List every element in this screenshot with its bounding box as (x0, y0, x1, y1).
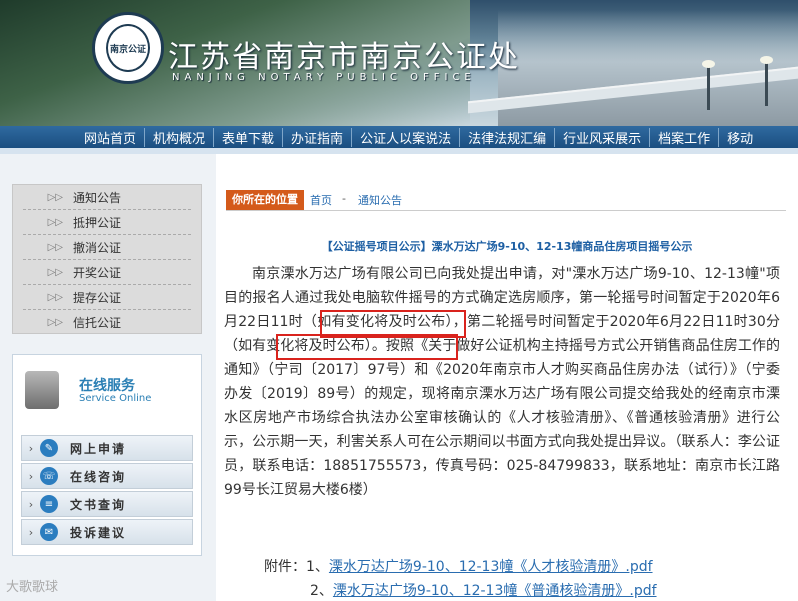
site-subtitle: NANJING NOTARY PUBLIC OFFICE (172, 72, 476, 83)
double-arrow-icon: ▷▷ (47, 266, 63, 278)
service-item-label: 在线咨询 (70, 469, 127, 484)
nav-home[interactable]: 网站首页 (76, 127, 146, 147)
service-doc-query[interactable]: › ≡ 文书查询 (21, 491, 193, 517)
nav-archive[interactable]: 档案工作 (650, 127, 720, 147)
service-subtitle: Service Online (79, 393, 152, 404)
service-item-label: 投诉建议 (70, 525, 127, 540)
breadcrumb: 你所在的位置 首页 - 通知公告 (226, 190, 786, 211)
nav-forms[interactable]: 表单下载 (214, 127, 284, 147)
service-item-label: 网上申请 (70, 441, 127, 456)
online-service-header: 在线服务 Service Online (21, 369, 193, 419)
double-arrow-icon: ▷▷ (47, 216, 63, 228)
sidebar-item-revocation[interactable]: ▷▷ 撤消公证 (23, 235, 191, 260)
double-arrow-icon: ▷▷ (47, 291, 63, 303)
list-icon: ≡ (40, 495, 58, 513)
double-arrow-icon: ▷▷ (47, 241, 63, 253)
sidebar-item-notices[interactable]: ▷▷ 通知公告 (23, 185, 191, 210)
service-photo-icon (25, 371, 59, 409)
breadcrumb-current-link[interactable]: 通知公告 (358, 192, 402, 208)
site-title: 江苏省南京市南京公证处 (168, 40, 520, 75)
sidebar-item-mortgage[interactable]: ▷▷ 抵押公证 (23, 210, 191, 235)
attachment-link-talent[interactable]: 溧水万达广场9-10、12-13幢《人才核验清册》.pdf (329, 559, 653, 575)
attachment-row-2: 2、溧水万达广场9-10、12-13幢《普通核验清册》.pdf (310, 580, 657, 600)
header-banner: 南京公证 江苏省南京市南京公证处 NANJING NOTARY PUBLIC O… (0, 0, 798, 126)
form-icon: ✎ (40, 439, 58, 457)
attachment-index: 2、 (310, 583, 333, 599)
lamp-icon (760, 56, 773, 106)
service-apply-online[interactable]: › ✎ 网上申请 (21, 435, 193, 461)
sidebar-item-lottery[interactable]: ▷▷ 开奖公证 (23, 260, 191, 285)
nav-laws[interactable]: 法律法规汇编 (460, 127, 556, 147)
article-body: 南京溧水万达广场有限公司已向我处提出申请，对"溧水万达广场9-10、12-13幢… (224, 266, 780, 498)
attachment-row-1: 附件：1、溧水万达广场9-10、12-13幢《人才核验清册》.pdf (264, 556, 653, 576)
nav-about[interactable]: 机构概况 (145, 127, 215, 147)
attachment-label: 附件： (264, 559, 306, 575)
nav-showcase[interactable]: 行业风采展示 (555, 127, 651, 147)
online-service-panel: 在线服务 Service Online › ✎ 网上申请 › ☏ 在线咨询 › … (12, 354, 202, 556)
watermark: 大歌歌球 (6, 580, 59, 595)
sidebar-item-label: 开奖公证 (73, 265, 122, 280)
sidebar-item-label: 提存公证 (73, 290, 122, 305)
double-arrow-icon: ▷▷ (47, 191, 63, 203)
seal-text: 南京公证 (106, 24, 150, 72)
chevron-right-icon: › (28, 469, 34, 483)
sidebar-menu: ▷▷ 通知公告 ▷▷ 抵押公证 ▷▷ 撤消公证 ▷▷ 开奖公证 ▷▷ 提存公证 ▷▷ 信托公… (12, 184, 202, 334)
service-consult-online[interactable]: › ☏ 在线咨询 (21, 463, 193, 489)
lamp-icon (702, 60, 715, 110)
service-item-label: 文书查询 (70, 497, 127, 512)
nav-cases[interactable]: 公证人以案说法 (352, 127, 461, 147)
sidebar-item-label: 撤消公证 (73, 240, 122, 255)
breadcrumb-separator: - (342, 192, 346, 205)
nav-guide[interactable]: 办证指南 (283, 127, 353, 147)
sidebar-item-label: 信托公证 (73, 315, 122, 330)
attachment-link-general[interactable]: 溧水万达广场9-10、12-13幢《普通核验清册》.pdf (333, 583, 657, 599)
sidebar-item-escrow[interactable]: ▷▷ 提存公证 (23, 285, 191, 310)
notary-seal-logo: 南京公证 (92, 12, 164, 84)
main-content: 你所在的位置 首页 - 通知公告 【公证摇号项目公示】溧水万达广场9-10、12… (216, 154, 798, 601)
sidebar-item-label: 通知公告 (73, 190, 122, 205)
breadcrumb-home-link[interactable]: 首页 (310, 192, 332, 208)
headset-icon: ☏ (40, 467, 58, 485)
nav-mobile[interactable]: 移动 (719, 128, 761, 147)
chevron-right-icon: › (28, 525, 34, 539)
chevron-right-icon: › (28, 497, 34, 511)
service-complaint[interactable]: › ✉ 投诉建议 (21, 519, 193, 545)
double-arrow-icon: ▷▷ (47, 316, 63, 328)
sidebar: ▷▷ 通知公告 ▷▷ 抵押公证 ▷▷ 撤消公证 ▷▷ 开奖公证 ▷▷ 提存公证 ▷▷ 信托公… (0, 154, 216, 601)
article-title: 【公证摇号项目公示】溧水万达广场9-10、12-13幢商品住房项目摇号公示 (321, 240, 693, 253)
banner-bridge-image (498, 10, 798, 126)
chevron-right-icon: › (28, 441, 34, 455)
sidebar-item-label: 抵押公证 (73, 215, 122, 230)
attachment-index: 1、 (306, 559, 329, 575)
chat-icon: ✉ (40, 523, 58, 541)
location-tag: 你所在的位置 (226, 190, 304, 210)
service-title: 在线服务 (79, 378, 135, 394)
sidebar-item-trust[interactable]: ▷▷ 信托公证 (23, 310, 191, 334)
highlight-box-second-round (276, 334, 458, 360)
main-nav: 网站首页 机构概况 表单下载 办证指南 公证人以案说法 法律法规汇编 行业风采展… (0, 126, 798, 148)
